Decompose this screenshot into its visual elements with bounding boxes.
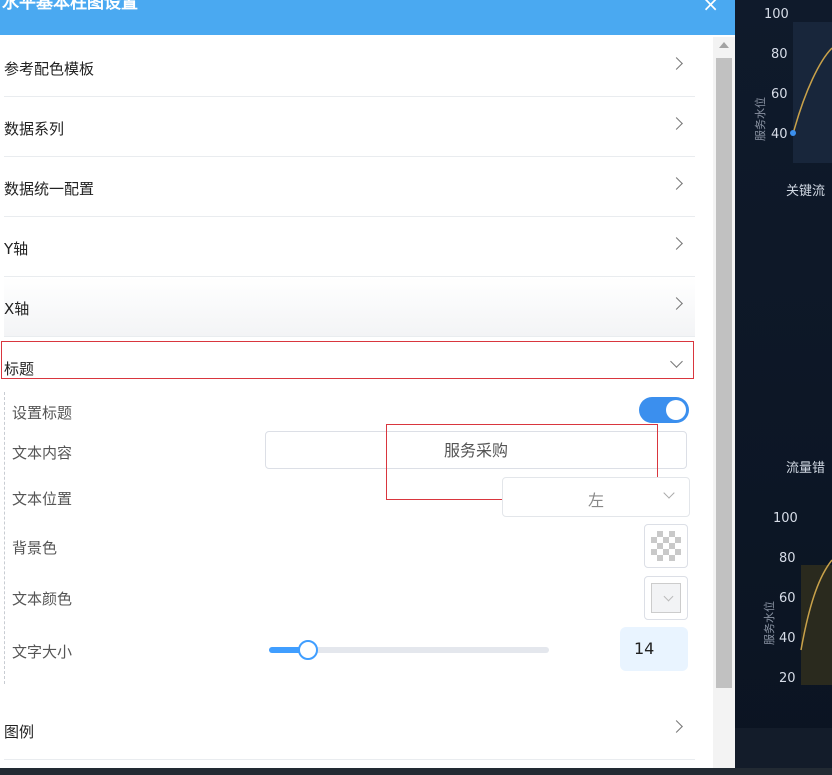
transparent-swatch-icon	[651, 531, 681, 561]
font-size-label: 文字大小	[12, 643, 73, 661]
bg-color-label: 背景色	[12, 539, 58, 557]
top-tick-60: 60	[771, 87, 788, 102]
bottom-bar	[735, 728, 832, 768]
scroll-up-arrow-icon[interactable]	[719, 42, 729, 48]
text-color-picker[interactable]	[644, 576, 688, 620]
bottom-tick-40: 40	[779, 631, 796, 646]
section-label: 参考配色模板	[4, 60, 95, 78]
top-chart-point	[790, 130, 796, 136]
show-title-toggle[interactable]	[639, 397, 689, 423]
text-content-input[interactable]: 服务采购	[265, 431, 687, 469]
bottom-tick-20: 20	[779, 671, 796, 686]
bg-label-flow-error: 流量错	[786, 461, 826, 476]
section-color-template[interactable]: 参考配色模板	[4, 37, 695, 97]
slider-thumb[interactable]	[298, 640, 318, 660]
drawer-title: 水平基本柱图设置	[2, 0, 138, 13]
top-chart-area	[793, 22, 832, 163]
bottom-tick-80: 80	[779, 551, 796, 566]
section-label: X轴	[4, 300, 30, 318]
settings-drawer: 水平基本柱图设置 × 参考配色模板 数据系列 数据统一配置 Y轴 X轴 标题 设…	[0, 0, 735, 775]
bottom-strip	[0, 768, 832, 775]
color-swatch	[651, 583, 681, 613]
drawer-header: 水平基本柱图设置 ×	[0, 0, 735, 35]
text-position-label: 文本位置	[12, 490, 73, 508]
chevron-right-icon	[670, 177, 683, 190]
background-dashboard: 100 80 60 40 服务水位 关键流 流量错 100 80 60 40 2…	[735, 0, 832, 775]
section-title[interactable]: 标题	[4, 337, 695, 379]
chevron-down-icon	[670, 355, 683, 368]
section-legend[interactable]: 图例	[4, 700, 695, 760]
bg-label-key-flow: 关键流	[786, 184, 826, 199]
text-position-select[interactable]: 左	[502, 477, 690, 517]
text-color-label: 文本颜色	[12, 590, 73, 608]
bottom-tick-100: 100	[773, 511, 798, 526]
chevron-right-icon	[670, 57, 683, 70]
font-size-input[interactable]: 14	[620, 627, 688, 671]
top-tick-100: 100	[764, 7, 789, 22]
section-label: Y轴	[4, 240, 29, 258]
section-label: 数据系列	[4, 120, 65, 138]
font-size-slider[interactable]	[269, 640, 549, 660]
chevron-down-icon	[663, 487, 675, 499]
section-label: 图例	[4, 723, 35, 741]
bottom-tick-60: 60	[779, 591, 796, 606]
toggle-knob	[666, 400, 686, 420]
chevron-down-icon	[663, 591, 674, 602]
scrollbar-thumb[interactable]	[716, 58, 732, 688]
text-position-value: 左	[588, 491, 605, 510]
section-label: 标题	[4, 360, 35, 378]
show-title-label: 设置标题	[12, 404, 73, 422]
text-content-label: 文本内容	[12, 444, 73, 462]
bg-color-picker[interactable]	[644, 524, 688, 568]
bottom-chart-ylabel: 服务水位	[763, 601, 776, 645]
section-y-axis[interactable]: Y轴	[4, 217, 695, 277]
chevron-right-icon	[670, 720, 683, 733]
section-x-axis[interactable]: X轴	[4, 277, 695, 337]
top-tick-80: 80	[771, 47, 788, 62]
section-data-unified-config[interactable]: 数据统一配置	[4, 157, 695, 217]
section-data-series[interactable]: 数据系列	[4, 97, 695, 157]
background-charts	[735, 22, 832, 768]
section-label: 数据统一配置	[4, 180, 95, 198]
top-tick-40: 40	[771, 127, 788, 142]
chevron-right-icon	[670, 237, 683, 250]
close-icon[interactable]: ×	[702, 0, 719, 16]
chevron-right-icon	[670, 297, 683, 310]
chevron-right-icon	[670, 117, 683, 130]
top-chart-ylabel: 服务水位	[754, 97, 767, 141]
